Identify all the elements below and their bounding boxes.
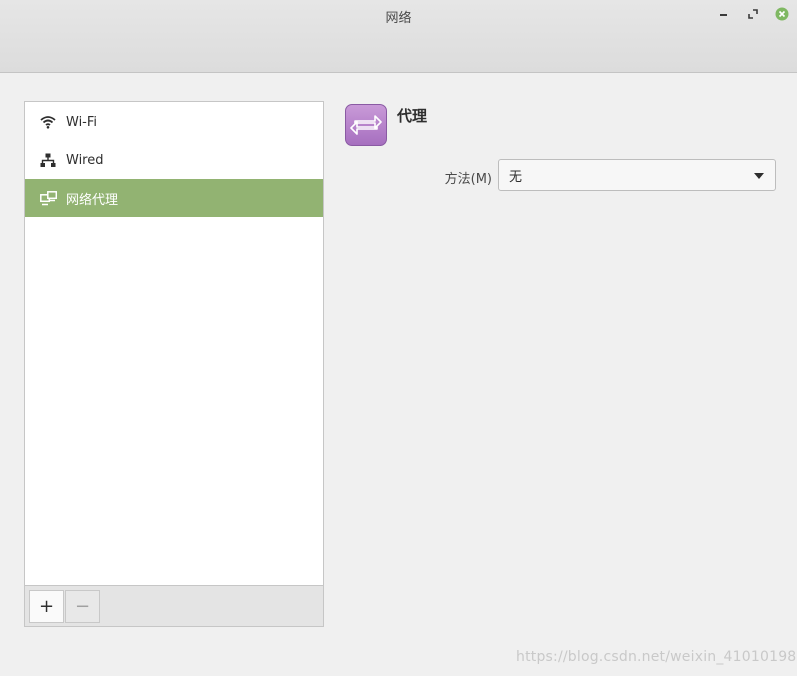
sidebar-item-wifi[interactable]: Wi-Fi [25,103,323,141]
method-dropdown[interactable]: 无 [498,159,776,191]
watermark: https://blog.csdn.net/weixin_41010198 [516,649,797,665]
maximize-button[interactable] [745,6,761,22]
page-title: 代理 [397,107,428,125]
remove-connection-button[interactable]: − [65,590,100,623]
sidebar-item-label: Wired [66,152,104,168]
wifi-icon [39,114,57,130]
minimize-icon [719,14,727,16]
close-button[interactable] [774,6,790,22]
add-connection-button[interactable]: + [29,590,64,623]
sidebar-item-network-proxy[interactable]: 网络代理 [25,179,323,217]
network-proxy-icon [39,190,57,206]
method-label: 方法(M) [444,172,492,187]
wired-network-icon [39,152,57,168]
window-title: 网络 [385,11,412,26]
sidebar-item-label: Wi-Fi [66,114,98,130]
connection-sidebar: Wi-Fi Wired 网络代理 + − [24,101,324,627]
sidebar-toolbar: + − [25,585,323,626]
maximize-icon [748,9,758,19]
close-icon [775,7,789,21]
chevron-down-icon [754,173,764,179]
window-titlebar: 网络 [0,0,797,73]
method-selected-value: 无 [509,169,523,185]
sidebar-item-label: 网络代理 [66,192,119,208]
sidebar-item-wired[interactable]: Wired [25,141,323,179]
minimize-button[interactable] [715,6,731,22]
proxy-arrows-icon [345,104,387,146]
